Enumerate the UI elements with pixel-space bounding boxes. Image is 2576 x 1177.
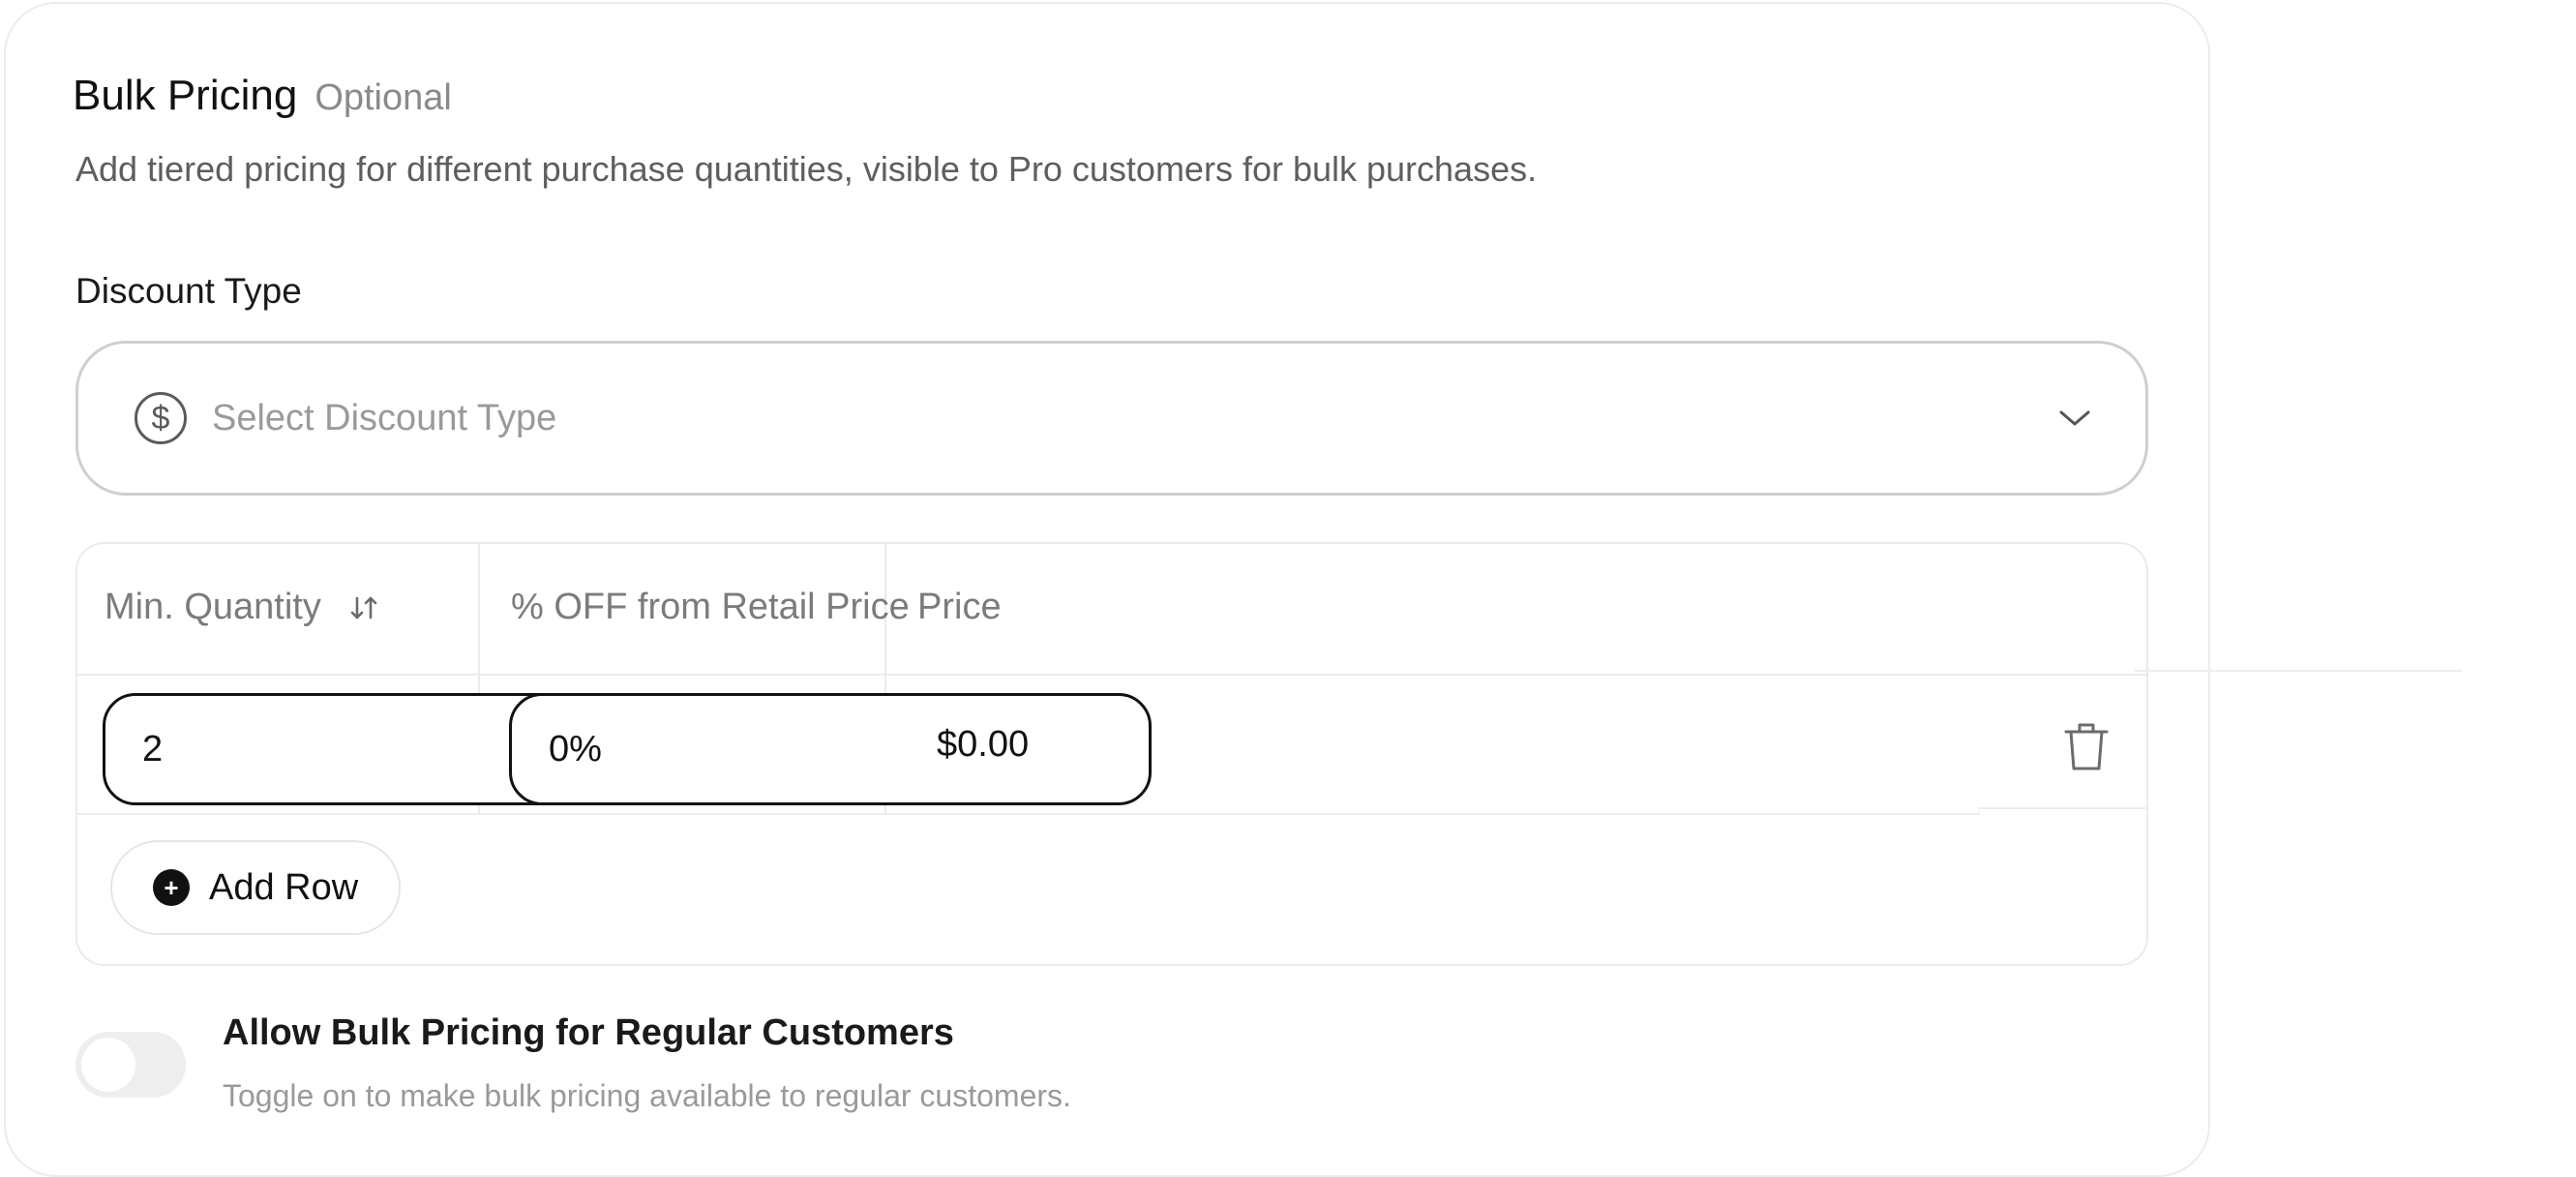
column-header-label: Price bbox=[917, 587, 1002, 627]
section-header: Bulk Pricing Optional bbox=[73, 72, 452, 120]
chevron-down-icon bbox=[2059, 410, 2090, 426]
add-row-label: Add Row bbox=[209, 866, 359, 908]
optional-label: Optional bbox=[315, 77, 452, 118]
toggle-knob bbox=[81, 1038, 135, 1092]
section-description: Add tiered pricing for different purchas… bbox=[75, 149, 1538, 189]
regular-customers-title: Allow Bulk Pricing for Regular Customers bbox=[223, 1012, 954, 1053]
column-header-price: Price bbox=[917, 587, 1002, 628]
add-row-button[interactable]: + Add Row bbox=[110, 840, 401, 935]
column-header-label: Min. Quantity bbox=[105, 587, 321, 627]
discount-type-select[interactable]: $ Select Discount Type bbox=[75, 341, 2148, 496]
row-divider bbox=[77, 813, 1980, 815]
percent-off-input[interactable]: 0% bbox=[509, 693, 1152, 805]
column-header-min-quantity[interactable]: Min. Quantity bbox=[105, 587, 381, 628]
section-title: Bulk Pricing bbox=[73, 72, 298, 119]
trash-icon[interactable] bbox=[2063, 720, 2110, 772]
dollar-circle-icon: $ bbox=[135, 392, 187, 444]
plus-circle-icon: + bbox=[153, 869, 190, 906]
bulk-pricing-table: Min. Quantity % OFF from Retail Price Pr… bbox=[75, 542, 2148, 966]
bulk-pricing-card: Bulk Pricing Optional Add tiered pricing… bbox=[4, 2, 2210, 1177]
header-divider bbox=[77, 674, 2146, 676]
discount-type-label: Discount Type bbox=[75, 271, 302, 311]
regular-customers-description: Toggle on to make bulk pricing available… bbox=[223, 1078, 1071, 1113]
price-value: $0.00 bbox=[937, 724, 1030, 765]
row-divider bbox=[1978, 807, 2146, 809]
column-header-label: % OFF from Retail Price bbox=[511, 587, 910, 627]
regular-customers-toggle[interactable] bbox=[75, 1032, 186, 1098]
discount-type-placeholder: Select Discount Type bbox=[212, 397, 557, 438]
column-header-percent-off: % OFF from Retail Price bbox=[511, 587, 910, 628]
divider-line bbox=[2135, 670, 2462, 672]
sort-arrows-icon[interactable] bbox=[346, 590, 381, 625]
